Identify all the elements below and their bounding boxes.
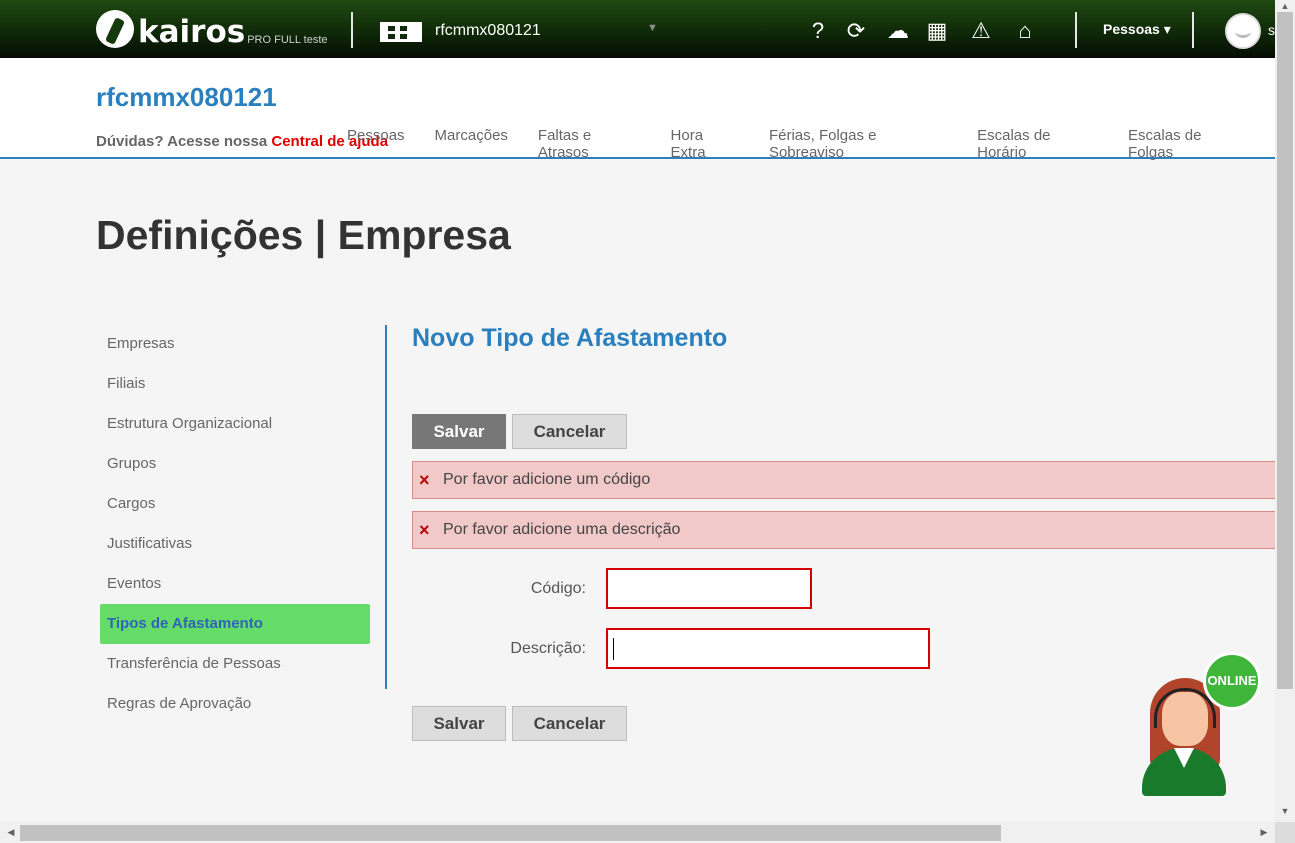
pessoas-dropdown[interactable]: Pessoas ▾ xyxy=(1103,21,1171,38)
vertical-scroll-thumb[interactable] xyxy=(1277,12,1293,689)
scroll-up-icon[interactable]: ▲ xyxy=(1275,0,1295,12)
sidebar-item-eventos[interactable]: Eventos xyxy=(100,564,370,604)
kairos-logo[interactable]: kairos PRO FULL teste xyxy=(96,6,328,52)
help-icon[interactable]: ? xyxy=(803,18,833,44)
form-title: Novo Tipo de Afastamento xyxy=(412,324,728,352)
sidebar-item-grupos[interactable]: Grupos xyxy=(100,444,370,484)
sidebar-item-regras[interactable]: Regras de Aprovação xyxy=(100,684,370,724)
divider xyxy=(351,12,353,48)
scroll-left-icon[interactable]: ◀ xyxy=(2,822,20,843)
sidebar-item-justificativas[interactable]: Justificativas xyxy=(100,524,370,564)
top-bar: kairos PRO FULL teste rfcmmx080121 ▼ ? ⟳… xyxy=(0,0,1275,58)
error-x-icon: × xyxy=(419,470,430,490)
company-selector[interactable]: rfcmmx080121 xyxy=(435,22,541,40)
cancel-button[interactable]: Cancelar xyxy=(512,414,627,449)
description-field[interactable] xyxy=(606,628,930,669)
warning-icon[interactable]: ⚠ xyxy=(966,18,996,44)
chevron-down-icon[interactable]: ▼ xyxy=(647,22,658,34)
logo-text: kairos xyxy=(138,14,246,50)
help-line: Dúvidas? Acesse nossa Central de ajuda xyxy=(96,133,388,150)
sidebar-item-tipos-afastamento[interactable]: Tipos de Afastamento xyxy=(100,604,370,644)
save-button[interactable]: Salvar xyxy=(412,414,506,449)
nav-item-pessoas[interactable]: Pessoas xyxy=(347,127,405,161)
user-name[interactable]: s xyxy=(1268,22,1275,38)
logo-mark-icon xyxy=(96,10,134,48)
scroll-down-icon[interactable]: ▼ xyxy=(1275,805,1295,817)
cancel-button-bottom[interactable]: Cancelar xyxy=(512,706,627,741)
nav-item-escalas-folgas[interactable]: Escalas de Folgas xyxy=(1128,127,1245,161)
divider xyxy=(385,325,387,689)
scrollbar-corner xyxy=(1275,822,1295,843)
nav-item-escalas-horario[interactable]: Escalas de Horário xyxy=(977,127,1098,161)
scroll-right-icon[interactable]: ▶ xyxy=(1255,822,1273,843)
inbox-icon[interactable]: ⌂ xyxy=(1010,18,1040,44)
error-x-icon: × xyxy=(419,520,430,540)
nav-item-marcacoes[interactable]: Marcações xyxy=(435,127,508,161)
divider xyxy=(1075,12,1077,48)
nav-item-hora-extra[interactable]: Hora Extra xyxy=(671,127,739,161)
sidebar-item-empresas[interactable]: Empresas xyxy=(100,324,370,364)
help-prefix: Dúvidas? Acesse nossa xyxy=(96,133,272,150)
sidebar-item-transferencia[interactable]: Transferência de Pessoas xyxy=(100,644,370,684)
sidebar-item-cargos[interactable]: Cargos xyxy=(100,484,370,524)
text-cursor xyxy=(613,638,614,660)
sidebar-item-estrutura[interactable]: Estrutura Organizacional xyxy=(100,404,370,444)
nav-item-faltas[interactable]: Faltas e Atrasos xyxy=(538,127,641,161)
avatar[interactable] xyxy=(1225,13,1261,49)
account-title: rfcmmx080121 xyxy=(96,82,277,112)
main-nav: Pessoas Marcações Faltas e Atrasos Hora … xyxy=(347,127,1275,161)
cloud-upload-icon[interactable]: ☁ xyxy=(883,18,913,44)
error-text: Por favor adicione um código xyxy=(443,471,651,488)
sidebar-item-filiais[interactable]: Filiais xyxy=(100,364,370,404)
code-label: Código: xyxy=(530,580,586,597)
code-field[interactable] xyxy=(606,568,812,609)
company-icon xyxy=(380,22,422,42)
save-button-bottom[interactable]: Salvar xyxy=(412,706,506,741)
divider xyxy=(1192,12,1194,48)
error-message: × Por favor adicione um código xyxy=(412,461,1275,499)
error-text: Por favor adicione uma descrição xyxy=(443,521,681,538)
logo-subtitle: PRO FULL teste xyxy=(247,34,328,46)
page-title: Definições | Empresa xyxy=(96,212,511,258)
nav-item-ferias[interactable]: Férias, Folgas e Sobreaviso xyxy=(769,127,947,161)
calculator-icon[interactable]: ▦ xyxy=(922,18,952,44)
horizontal-scroll-thumb[interactable] xyxy=(20,825,1001,841)
online-chat-widget[interactable]: ONLINE xyxy=(1140,652,1261,800)
description-label: Descrição: xyxy=(510,640,586,657)
online-badge[interactable]: ONLINE xyxy=(1203,652,1261,710)
clock-check-icon[interactable]: ⟳ xyxy=(841,18,871,44)
sub-header: rfcmmx080121 Dúvidas? Acesse nossa Centr… xyxy=(0,58,1275,161)
settings-sidebar: Empresas Filiais Estrutura Organizaciona… xyxy=(100,324,370,724)
error-message: × Por favor adicione uma descrição xyxy=(412,511,1275,549)
